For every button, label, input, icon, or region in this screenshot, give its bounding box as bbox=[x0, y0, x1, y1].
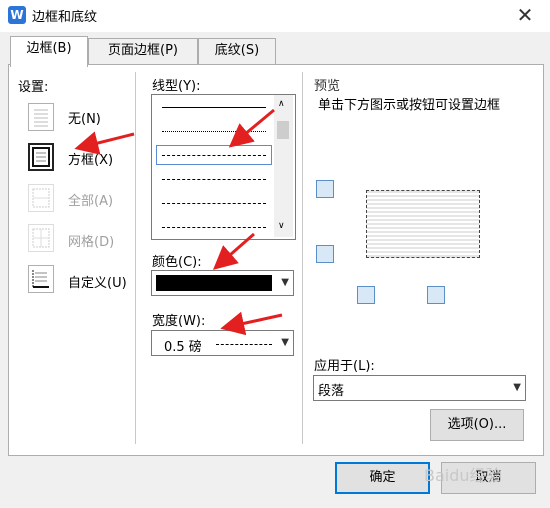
arrow-to-line-style bbox=[228, 108, 275, 148]
arrow-to-box-setting bbox=[74, 131, 135, 155]
arrow-to-width bbox=[220, 311, 283, 336]
arrow-to-color bbox=[212, 232, 255, 270]
annotation-arrows bbox=[74, 108, 283, 336]
